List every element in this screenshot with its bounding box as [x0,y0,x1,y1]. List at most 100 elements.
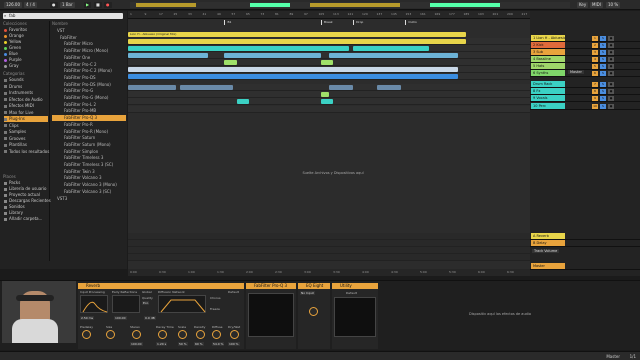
solo-button[interactable]: S [600,104,606,109]
track-name[interactable]: Drum Rack [531,81,565,87]
mixer-track[interactable]: Drum Rack 7 S ● [530,81,640,88]
audio-clip[interactable] [353,46,430,51]
browser-file-item[interactable]: FabFilter Pro-DS [52,75,126,81]
browser-file-item[interactable]: FabFilter Pro-L 2 [52,102,126,108]
mixer-track[interactable]: 2 Kick 2 S ● [530,42,640,49]
dry-wet-knob[interactable] [230,330,239,339]
track-volume-select[interactable]: Track Volume [532,249,560,253]
audio-clip[interactable] [128,67,458,72]
quality-select[interactable]: Eco [142,301,150,305]
mixer-track[interactable]: 8 Fx 8 S ● [530,88,640,95]
category-item[interactable]: Max for Live [4,110,48,116]
audio-clip[interactable] [320,99,333,104]
decay-knob[interactable] [158,330,167,339]
tempo-display[interactable]: 126.00 [4,2,22,8]
size-knob[interactable] [106,330,115,339]
search-input[interactable]: fab [3,13,123,19]
category-item[interactable]: Samples [4,129,48,135]
decay-value[interactable]: 1.20 s [156,342,168,346]
time-signature[interactable]: 4 / 4 [24,2,37,8]
category-item[interactable]: Efectos MIDI [4,103,48,109]
browser-file-item[interactable]: FabFilter Volcano 3 (SC) [52,189,126,195]
browser-file-item[interactable]: FabFilter Pro-R [52,122,126,128]
master-name[interactable]: Master [531,263,565,269]
arm-button[interactable]: ● [608,43,614,48]
routing-select[interactable]: Master [568,70,584,74]
diffuse-value[interactable]: 54.0 % [212,342,225,346]
browser-file-item[interactable]: FabFilter Micro (Mono) [52,48,126,54]
track-number-button[interactable]: 7 [592,82,598,87]
audio-clip[interactable] [128,85,177,90]
scale-value[interactable]: 50 % [178,342,188,346]
track-name[interactable]: 4 Bassline [531,56,565,62]
early-reflections-display[interactable] [112,295,140,313]
record-button[interactable]: ● [104,2,112,8]
predelay-knob[interactable] [82,330,91,339]
master-track[interactable]: Master [530,263,640,270]
return-track[interactable]: B Delay [530,240,640,247]
browser-file-item[interactable]: FabFilter Pro-C 2 [52,62,126,68]
density-value[interactable]: 60 % [194,342,204,346]
audio-clip[interactable] [329,85,354,90]
track-name[interactable]: 5 Hats [531,63,565,69]
track-name[interactable]: 1 Lion H - Abluesio (Original Mix) [531,35,565,41]
category-item[interactable]: Sounds [4,77,48,83]
audio-clip[interactable] [320,60,333,65]
predelay-value[interactable]: 2.50 ms [80,316,95,320]
browser-file-item[interactable]: FabFilter Pro-R (Mono) [52,129,126,135]
category-item[interactable]: Grooves [4,136,48,142]
lead-clip-title[interactable]: Lion H - Abluesio (Original Mix) [128,32,466,37]
arm-button[interactable]: ● [608,50,614,55]
audio-clip[interactable] [128,53,209,58]
return-lane[interactable] [128,233,530,240]
track-lane[interactable] [128,91,530,98]
mixer-track[interactable]: 10 Perc 10 S ● [530,103,640,110]
browser-file-item[interactable]: VST [52,28,126,34]
track-number-button[interactable]: 10 [592,104,598,109]
stereo-knob[interactable] [132,330,141,339]
browser-file-item[interactable]: FabFilter Volcano 3 (Mono) [52,182,126,188]
diffuse-knob[interactable] [212,330,221,339]
gain-knob[interactable] [309,307,318,316]
solo-button[interactable]: S [600,50,606,55]
arm-button[interactable]: ● [608,104,614,109]
return-lane[interactable] [128,247,530,254]
midi-map-button[interactable]: MIDI [590,2,603,8]
track-number-button[interactable]: 5 [592,64,598,69]
mixer-track[interactable]: 3 Sub 3 S ● [530,49,640,56]
return-track[interactable]: A Reverb [530,233,640,240]
stereo-value[interactable]: 100.00 [130,342,143,346]
browser-file-item[interactable]: FabFilter Pro-C 2 (Mono) [52,68,126,74]
reflect-value[interactable]: 0.0 dB [144,316,156,320]
browser-file-item[interactable]: VST3 [52,196,126,202]
audio-clip[interactable] [224,60,237,65]
arm-button[interactable]: ● [608,89,614,94]
arm-button[interactable]: ● [608,82,614,87]
arm-button[interactable]: ● [608,36,614,41]
audio-clip[interactable] [128,39,466,44]
browser-file-item[interactable]: FabFilter One [52,55,126,61]
diffusion-display[interactable] [158,295,206,313]
browser-file-item[interactable]: FabFilter Twin 3 [52,169,126,175]
arrangement-view[interactable]: 1 9 17 25 33 41 49 57 65 73 81 89 97 105 113 121 129 137 1… [128,11,530,269]
solo-button[interactable]: S [600,96,606,101]
audio-clip[interactable] [128,46,350,51]
audio-clip[interactable] [329,53,458,58]
track-number-button[interactable]: 4 [592,57,598,62]
solo-button[interactable]: S [600,82,606,87]
locator-marker[interactable]: Outro [405,20,417,25]
song-overview[interactable] [130,2,570,8]
audio-clip[interactable] [180,85,233,90]
audio-clip[interactable] [128,74,458,79]
browser-file-item[interactable]: FabFilter Pro-DS (Mono) [52,82,126,88]
browser-file-item[interactable]: FabFilter Volcano 3 [52,175,126,181]
browser-file-item[interactable]: FabFilter Timeless 3 (SC) [52,162,126,168]
return-lane[interactable] [128,254,530,261]
scale-knob[interactable] [178,330,187,339]
browser-file-item[interactable]: FabFilter Pro-G (Mono) [52,95,126,101]
audio-clip[interactable] [224,53,321,58]
browser-file-item[interactable]: FabFilter Timeless 3 [52,155,126,161]
browser-file-item[interactable]: FabFilter Pro-G [52,88,126,94]
mixer-track[interactable]: 1 Lion H - Abluesio (Original Mix) 1S● [530,35,640,42]
track-number-button[interactable]: 1 [592,36,598,41]
